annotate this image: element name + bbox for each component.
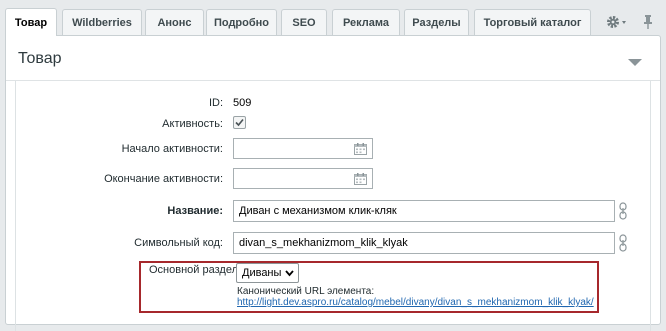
- canonical-url-label: Канонический URL элемента:: [237, 286, 375, 297]
- tab-details[interactable]: Подробно: [206, 9, 277, 35]
- active-to-input[interactable]: [233, 168, 373, 189]
- tab-label: Анонс: [157, 16, 192, 29]
- main-section-selected: Диваны: [242, 267, 282, 279]
- active-to-label: Окончание активности:: [104, 173, 223, 185]
- main-section-select[interactable]: Диваны: [236, 263, 299, 283]
- code-label: Символьный код:: [134, 237, 223, 249]
- tab-advertising[interactable]: Реклама: [332, 9, 400, 35]
- calendar-icon[interactable]: [354, 143, 367, 155]
- tab-bar: Товар Wildberries Анонс Подробно SEO Рек…: [5, 8, 666, 36]
- gear-icon[interactable]: [605, 13, 631, 31]
- tab-announce[interactable]: Анонс: [145, 9, 204, 35]
- name-label: Название:: [167, 205, 223, 217]
- pin-icon[interactable]: [639, 13, 657, 31]
- tab-seo[interactable]: SEO: [281, 9, 327, 35]
- calendar-icon[interactable]: [354, 173, 367, 185]
- code-input[interactable]: divan_s_mekhanizmom_klik_klyak: [233, 232, 615, 254]
- link-icon[interactable]: [619, 234, 627, 252]
- tab-wildberries[interactable]: Wildberries: [62, 9, 142, 35]
- active-label: Активность:: [162, 118, 223, 130]
- canonical-url-link[interactable]: http://light.dev.aspro.ru/catalog/mebel/…: [237, 297, 594, 308]
- tab-label: Разделы: [412, 16, 461, 29]
- active-from-label: Начало активности:: [121, 143, 223, 155]
- chevron-down-icon: [285, 270, 294, 277]
- panel-header: Товар: [6, 36, 660, 81]
- tab-label: Реклама: [342, 16, 390, 29]
- tab-label: Товар: [14, 16, 48, 29]
- panel-title: Товар: [18, 50, 62, 67]
- tab-product[interactable]: Товар: [5, 8, 57, 36]
- active-from-input[interactable]: [233, 138, 373, 159]
- tab-sections[interactable]: Разделы: [404, 9, 469, 35]
- link-icon[interactable]: [619, 202, 627, 220]
- chevron-down-icon[interactable]: [628, 56, 642, 66]
- tab-label: Подробно: [213, 16, 270, 29]
- tab-label: SEO: [292, 16, 316, 29]
- main-section-label: Основной раздел:: [149, 264, 242, 276]
- tab-label: Торговый каталог: [483, 16, 582, 29]
- tab-tools: [605, 13, 666, 31]
- tab-trade-catalog[interactable]: Торговый каталог: [474, 9, 591, 35]
- id-label: ID:: [208, 97, 223, 109]
- id-value: 509: [233, 97, 252, 109]
- tab-label: Wildberries: [72, 16, 132, 29]
- active-checkbox[interactable]: [233, 116, 246, 129]
- name-input[interactable]: Диван с механизмом клик-кляк: [233, 200, 615, 222]
